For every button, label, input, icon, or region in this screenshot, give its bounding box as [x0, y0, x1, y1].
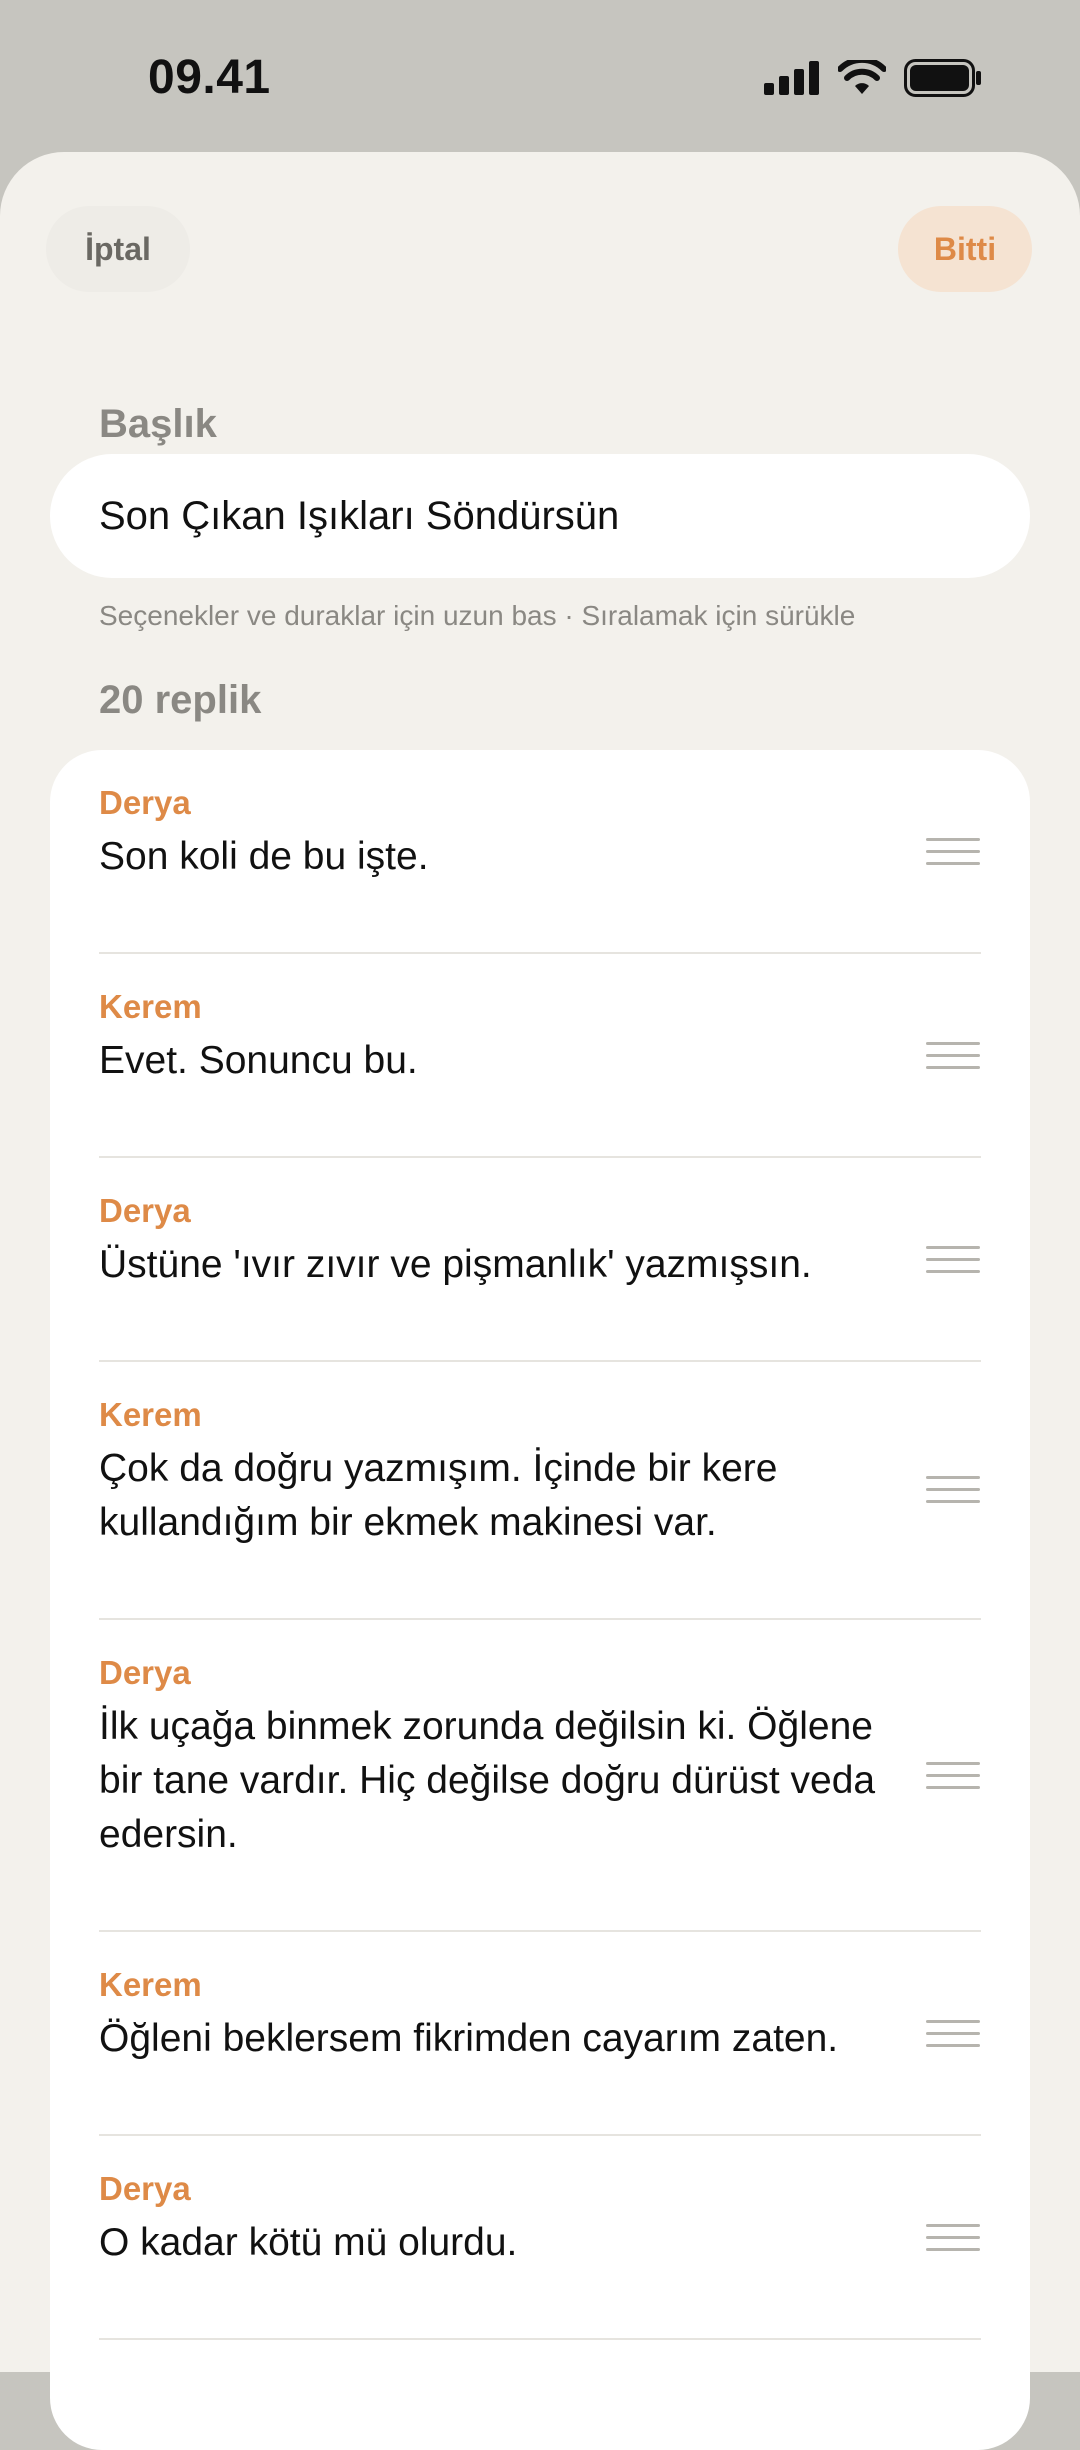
- drag-handle-icon[interactable]: [926, 1762, 980, 1792]
- status-icons: [764, 58, 982, 98]
- line-speaker: Kerem: [99, 1396, 202, 1433]
- edit-sheet: İptal Bitti Başlık Son Çıkan Işıkları Sö…: [0, 152, 1080, 2450]
- line-row[interactable]: Derya O kadar kötü mü olurdu.: [50, 2136, 1030, 2340]
- line-row[interactable]: Kerem Evet. Sonuncu bu.: [50, 954, 1030, 1158]
- row-divider: [99, 2338, 981, 2340]
- line-row[interactable]: Derya Son koli de bu işte.: [50, 750, 1030, 954]
- line-text: O kadar kötü mü olurdu.: [99, 2221, 518, 2264]
- line-speaker: Kerem: [99, 988, 202, 1025]
- status-time: 09.41: [148, 51, 271, 104]
- battery-icon: [904, 59, 981, 97]
- line-text: Evet. Sonuncu bu.: [99, 1039, 418, 1082]
- wifi-icon: [838, 60, 886, 94]
- line-text: Üstüne 'ıvır zıvır ve pişmanlık' yazmışs…: [99, 1243, 812, 1286]
- line-text: Son koli de bu işte.: [99, 835, 429, 878]
- line-row[interactable]: Kerem Öğleni beklersem fikrimden cayarım…: [50, 1932, 1030, 2136]
- lines-count-label: 20 replik: [99, 678, 262, 722]
- drag-handle-icon[interactable]: [926, 838, 980, 868]
- title-section-label: Başlık: [99, 402, 217, 446]
- title-input[interactable]: Son Çıkan Işıkları Söndürsün: [50, 454, 1030, 578]
- line-text: İlk uçağa binmek zorunda değilsin ki. Öğ…: [99, 1705, 876, 1856]
- cancel-button[interactable]: İptal: [46, 206, 190, 292]
- line-speaker: Derya: [99, 784, 191, 821]
- drag-handle-icon[interactable]: [926, 1042, 980, 1072]
- drag-handle-icon[interactable]: [926, 1246, 980, 1276]
- lines-list: Derya Son koli de bu işte. Kerem Evet. S…: [50, 750, 1030, 2450]
- done-button[interactable]: Bitti: [898, 206, 1032, 292]
- line-speaker: Kerem: [99, 1966, 202, 2003]
- hint-text: Seçenekler ve duraklar için uzun bas · S…: [99, 600, 856, 631]
- line-speaker: Derya: [99, 1192, 191, 1229]
- drag-handle-icon[interactable]: [926, 1476, 980, 1506]
- drag-handle-icon[interactable]: [926, 2224, 980, 2254]
- line-text: Çok da doğru yazmışım. İçinde bir kere k…: [99, 1447, 778, 1544]
- line-row[interactable]: Derya İlk uçağa binmek zorunda değilsin …: [50, 1620, 1030, 1932]
- line-text: Öğleni beklersem fikrimden cayarım zaten…: [99, 2017, 839, 2060]
- cellular-signal-icon: [764, 61, 819, 95]
- drag-handle-icon[interactable]: [926, 2020, 980, 2050]
- status-bar: 09.41: [0, 0, 1080, 150]
- line-row[interactable]: Kerem Çok da doğru yazmışım. İçinde bir …: [50, 1362, 1030, 1620]
- line-speaker: Derya: [99, 1654, 191, 1691]
- line-speaker: Derya: [99, 2170, 191, 2207]
- line-row[interactable]: Derya Üstüne 'ıvır zıvır ve pişmanlık' y…: [50, 1158, 1030, 1362]
